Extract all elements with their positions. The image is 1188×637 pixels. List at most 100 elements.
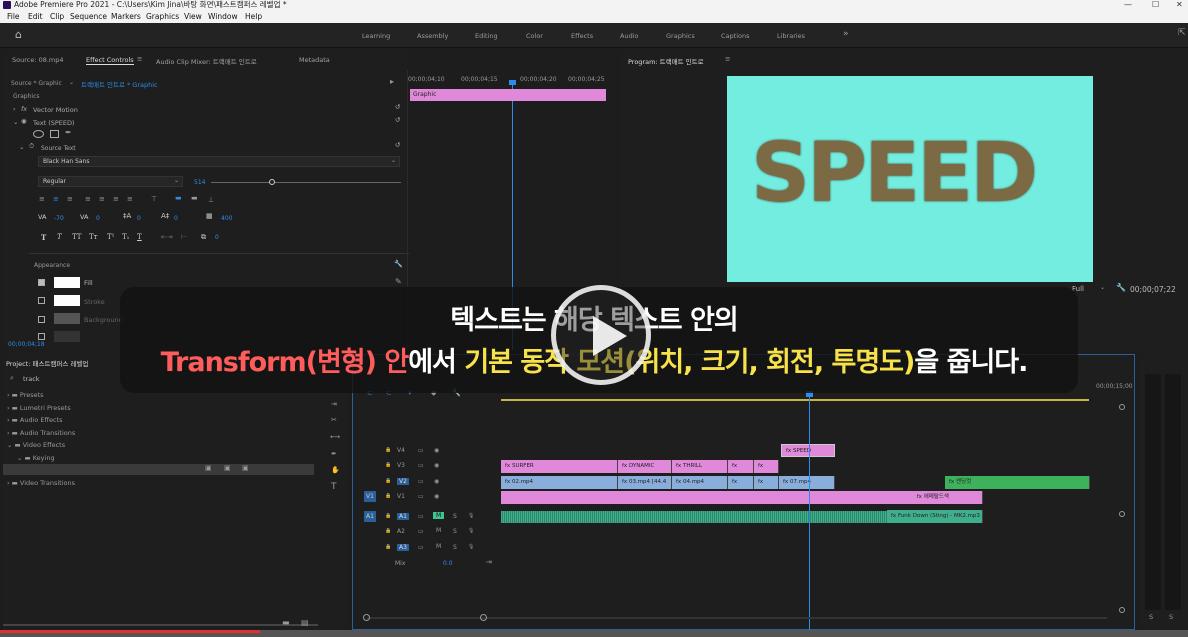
menu-file[interactable]: File: [7, 10, 20, 23]
track-name[interactable]: V1: [397, 493, 405, 500]
bottom-align-icon[interactable]: ▬: [191, 194, 198, 202]
mic-icon[interactable]: 🎙: [468, 528, 474, 534]
settings-wrench-icon[interactable]: 🔧: [1116, 283, 1126, 292]
track-name[interactable]: V2: [397, 478, 409, 485]
clip-thrill[interactable]: fx THRILL: [672, 460, 728, 473]
sync-lock-icon[interactable]: ▭: [418, 447, 424, 454]
stopwatch-icon[interactable]: ⏱: [29, 142, 34, 151]
tsume2-value[interactable]: 0: [215, 234, 219, 241]
collapse-icon[interactable]: ⌄: [13, 118, 18, 126]
solo-left-button[interactable]: S: [1149, 613, 1153, 621]
clip-emerald[interactable]: fx 에메랄드색: [501, 491, 983, 504]
project-item[interactable]: › ▬ Audio Effects: [7, 416, 63, 424]
solo-button[interactable]: S: [453, 544, 457, 551]
new-bin-icon[interactable]: ▬: [282, 618, 290, 627]
reset-icon[interactable]: ↺: [395, 141, 400, 149]
workspace-editing[interactable]: Editing: [475, 32, 498, 40]
tab-effect-controls[interactable]: Effect Controls: [86, 56, 134, 65]
project-item[interactable]: ⌄ ▬ Keying: [17, 454, 55, 462]
menu-edit[interactable]: Edit: [28, 10, 43, 23]
program-timecode[interactable]: 00;00;07;22: [1130, 285, 1176, 294]
lock-icon[interactable]: 🔒: [385, 478, 391, 484]
mute-button[interactable]: M: [433, 512, 445, 519]
mini-playhead-handle[interactable]: [509, 80, 516, 85]
eyedropper-icon[interactable]: ✎: [395, 277, 402, 286]
tab-metadata[interactable]: Metadata: [299, 56, 330, 64]
top-align-icon[interactable]: ⊤: [151, 195, 157, 203]
workspace-audio[interactable]: Audio: [620, 32, 638, 40]
lock-icon[interactable]: 🔒: [385, 513, 391, 519]
sync-lock-icon[interactable]: ▭: [418, 544, 424, 551]
pen-mask-icon[interactable]: ✒: [65, 128, 72, 137]
superscript-icon[interactable]: T¹: [107, 233, 114, 241]
clip-surfer[interactable]: fx SURFER: [501, 460, 618, 473]
rectangle-mask-icon[interactable]: [50, 130, 59, 138]
share-icon[interactable]: ⇱: [1178, 28, 1186, 38]
solo-button[interactable]: S: [453, 513, 457, 520]
workspace-captions[interactable]: Captions: [721, 32, 750, 40]
expand-icon[interactable]: ⌄: [17, 454, 25, 462]
vertical-text-icon[interactable]: ⧉: [201, 233, 206, 242]
clip-v3-small-2[interactable]: fx: [754, 460, 779, 473]
tracking-value[interactable]: -70: [54, 215, 64, 222]
scroll-handle-right[interactable]: [480, 614, 487, 621]
fill-swatch[interactable]: [54, 277, 80, 288]
sync-lock-icon[interactable]: ▭: [418, 513, 424, 520]
faux-italic-icon[interactable]: T: [57, 233, 62, 241]
mix-value[interactable]: 0.0: [443, 560, 453, 567]
tsume-value[interactable]: 400: [221, 215, 232, 222]
play-only-icon[interactable]: ▸: [390, 77, 394, 86]
clip-v3-small-1[interactable]: fx: [728, 460, 754, 473]
clip-speed[interactable]: fx SPEED: [781, 444, 835, 457]
clip-funk-down[interactable]: fx Funk Down (Sting) - MK2.mp3: [887, 510, 983, 523]
hand-tool-icon[interactable]: ✋: [331, 466, 340, 474]
project-item[interactable]: › ▬ Video Transitions: [7, 479, 75, 487]
ellipse-mask-icon[interactable]: [33, 130, 44, 138]
workspace-libraries[interactable]: Libraries: [777, 32, 805, 40]
menu-graphics[interactable]: Graphics: [146, 10, 179, 23]
workspace-color[interactable]: Color: [526, 32, 543, 40]
play-button-icon[interactable]: [551, 285, 651, 385]
pen-tool-icon[interactable]: ✒: [331, 450, 337, 458]
audio-waveform[interactable]: [501, 511, 887, 523]
video-progress-bar[interactable]: [0, 630, 1188, 637]
workspace-effects[interactable]: Effects: [571, 32, 593, 40]
justify-icon[interactable]: ≡: [85, 195, 91, 203]
clip-04mp4[interactable]: fx 04.mp4: [672, 476, 728, 489]
tab-audio-clip-mixer[interactable]: Audio Clip Mixer: 트랙매트 인트로: [156, 56, 257, 66]
center-align-icon[interactable]: ▬: [175, 194, 182, 202]
workspace-learning[interactable]: Learning: [362, 32, 390, 40]
menu-help[interactable]: Help: [245, 10, 262, 23]
text-layer-label[interactable]: Text (SPEED): [33, 119, 75, 127]
chevron-down-icon[interactable]: ⌄: [1100, 284, 1105, 291]
track-name[interactable]: V4: [397, 447, 405, 454]
leading-value[interactable]: 0: [137, 215, 141, 222]
reset-icon[interactable]: ↺: [395, 103, 400, 111]
justify-right-icon[interactable]: ≡: [113, 195, 119, 203]
lock-icon[interactable]: 🔒: [385, 462, 391, 468]
eye-icon[interactable]: ◉: [434, 478, 439, 485]
new-item-icon[interactable]: ▤: [301, 618, 309, 627]
track-name[interactable]: A2: [397, 528, 405, 535]
track-name[interactable]: A1: [397, 513, 409, 520]
solo-button[interactable]: S: [453, 528, 457, 535]
clip-02mp4[interactable]: fx 02.mp4: [501, 476, 618, 489]
vertical-scroll-mid[interactable]: [1119, 511, 1125, 517]
mini-graphic-clip[interactable]: Graphic: [410, 89, 606, 101]
scroll-handle-left[interactable]: [363, 614, 370, 621]
project-item[interactable]: ⌄ ▬ Video Effects: [7, 441, 65, 449]
small-caps-icon[interactable]: Tт: [89, 233, 98, 241]
eye-icon[interactable]: ◉: [434, 493, 439, 500]
justify-all-icon[interactable]: ≡: [127, 195, 133, 203]
tab-menu-icon[interactable]: ≡: [137, 55, 142, 63]
project-scrollbar[interactable]: [3, 624, 318, 626]
track-name[interactable]: A3: [397, 544, 409, 551]
type-tool-icon[interactable]: T: [331, 482, 337, 492]
vertical-scroll-top[interactable]: [1119, 404, 1125, 410]
menu-window[interactable]: Window: [208, 10, 238, 23]
sync-lock-icon[interactable]: ▭: [418, 528, 424, 535]
mute-button[interactable]: M: [433, 527, 444, 534]
project-item[interactable]: › ▬ Presets: [7, 391, 44, 399]
program-title[interactable]: Program: 트랙매트 인트로: [628, 56, 704, 66]
font-size-slider-track[interactable]: [211, 182, 401, 183]
